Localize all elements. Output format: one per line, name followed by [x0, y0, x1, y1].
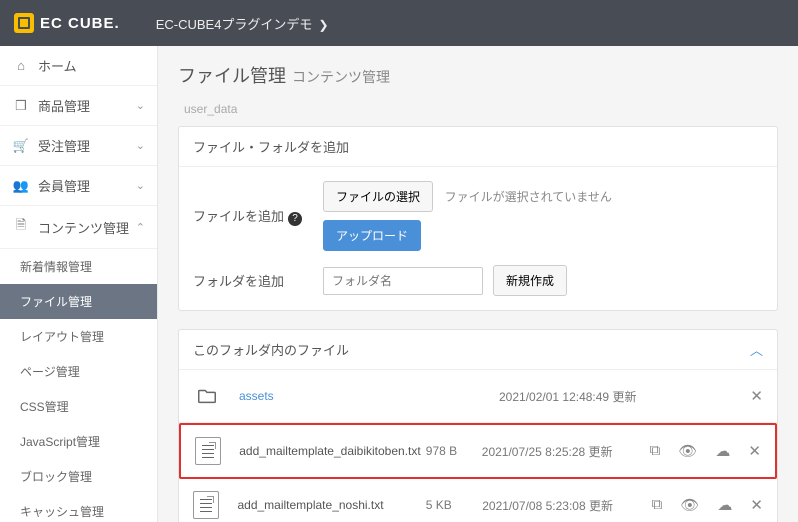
sub-item-0[interactable]: 新着情報管理: [0, 249, 157, 284]
file-row: add_mailtemplate_daibikitoben.txt978 B20…: [179, 423, 777, 479]
brand-text: EC CUBE.: [40, 15, 120, 32]
file-row: assets 2021/02/01 12:48:49 更新 ✕: [179, 370, 777, 423]
home-icon: ⌂: [12, 58, 30, 73]
delete-icon[interactable]: ✕: [748, 442, 761, 460]
file-add-label: ファイルを追加?: [193, 206, 323, 226]
sub-item-7[interactable]: キャッシュ管理: [0, 494, 157, 522]
doc-icon: 🗎: [12, 216, 30, 238]
chevron-icon: ⌃: [136, 221, 145, 234]
users-icon: 👥: [12, 178, 30, 194]
nav-cube[interactable]: ❒商品管理⌄: [0, 86, 157, 126]
nav-users[interactable]: 👥会員管理⌄: [0, 166, 157, 206]
sub-item-3[interactable]: ページ管理: [0, 354, 157, 389]
main-content: ファイル管理コンテンツ管理 user_data ファイル・フォルダを追加 ファイ…: [158, 46, 798, 522]
breadcrumb[interactable]: user_data: [184, 102, 778, 116]
copy-icon[interactable]: ⧉: [650, 442, 661, 460]
folder-add-label: フォルダを追加: [193, 271, 323, 290]
cart-icon: 🛒: [12, 138, 30, 154]
file-name[interactable]: assets: [239, 389, 439, 403]
topbar: EC CUBE. EC-CUBE4プラグインデモ❯: [0, 0, 798, 46]
cube-icon: ❒: [12, 98, 30, 114]
sub-item-4[interactable]: CSS管理: [0, 389, 157, 424]
create-folder-button[interactable]: 新規作成: [493, 265, 567, 296]
logo-icon: [14, 13, 34, 33]
file-date: 2021/07/08 5:23:08 更新: [482, 497, 651, 514]
file-icon: [195, 437, 221, 465]
sub-item-5[interactable]: JavaScript管理: [0, 424, 157, 459]
delete-icon[interactable]: ✕: [750, 496, 763, 514]
chevron-icon: ⌄: [136, 139, 145, 152]
file-name: add_mailtemplate_daibikitoben.txt: [239, 444, 426, 458]
add-panel-header: ファイル・フォルダを追加: [179, 127, 777, 167]
delete-icon[interactable]: ✕: [750, 387, 763, 405]
add-panel: ファイル・フォルダを追加 ファイルを追加? ファイルの選択 ファイルが選択されて…: [178, 126, 778, 311]
copy-icon[interactable]: ⧉: [652, 496, 663, 514]
help-icon[interactable]: ?: [288, 212, 302, 226]
file-size: 978 B: [426, 444, 482, 458]
collapse-icon[interactable]: ︿: [750, 340, 763, 359]
chevron-icon: ⌄: [136, 179, 145, 192]
sub-item-2[interactable]: レイアウト管理: [0, 319, 157, 354]
sub-item-6[interactable]: ブロック管理: [0, 459, 157, 494]
download-icon[interactable]: ☁: [715, 442, 730, 460]
sidebar: ⌂ホーム❒商品管理⌄🛒受注管理⌄👥会員管理⌄🗎コンテンツ管理⌃ 新着情報管理ファ…: [0, 46, 158, 522]
download-icon[interactable]: ☁: [717, 496, 732, 514]
view-icon[interactable]: 👁: [678, 442, 697, 460]
file-actions: ⧉ 👁 ☁ ✕: [650, 442, 761, 460]
file-actions: ⧉ 👁 ☁ ✕: [652, 496, 763, 514]
file-status: ファイルが選択されていません: [445, 190, 612, 204]
brand-logo[interactable]: EC CUBE.: [14, 13, 120, 33]
upload-button[interactable]: アップロード: [323, 220, 421, 251]
chevron-icon: ⌄: [136, 99, 145, 112]
file-name: add_mailtemplate_noshi.txt: [237, 498, 425, 512]
file-size: 5 KB: [426, 498, 482, 512]
nav-doc[interactable]: 🗎コンテンツ管理⌃: [0, 206, 157, 249]
file-date: 2021/02/01 12:48:49 更新: [499, 388, 679, 405]
file-date: 2021/07/25 8:25:28 更新: [482, 443, 650, 460]
folder-icon: [193, 382, 221, 410]
view-icon[interactable]: 👁: [680, 496, 699, 514]
folder-name-input[interactable]: [323, 267, 483, 295]
nav-cart[interactable]: 🛒受注管理⌄: [0, 126, 157, 166]
page-title: ファイル管理コンテンツ管理: [178, 62, 778, 88]
topbar-title[interactable]: EC-CUBE4プラグインデモ❯: [156, 14, 329, 33]
file-actions: ✕: [750, 387, 763, 405]
files-panel-header[interactable]: このフォルダ内のファイル ︿: [179, 330, 777, 370]
files-panel: このフォルダ内のファイル ︿ assets 2021/02/01 12:48:49…: [178, 329, 778, 522]
file-icon: [193, 491, 219, 519]
file-row: add_mailtemplate_noshi.txt5 KB2021/07/08…: [179, 479, 777, 522]
sub-item-1[interactable]: ファイル管理: [0, 284, 157, 319]
nav-home[interactable]: ⌂ホーム: [0, 46, 157, 86]
chevron-right-icon: ❯: [318, 18, 328, 32]
choose-file-button[interactable]: ファイルの選択: [323, 181, 433, 212]
